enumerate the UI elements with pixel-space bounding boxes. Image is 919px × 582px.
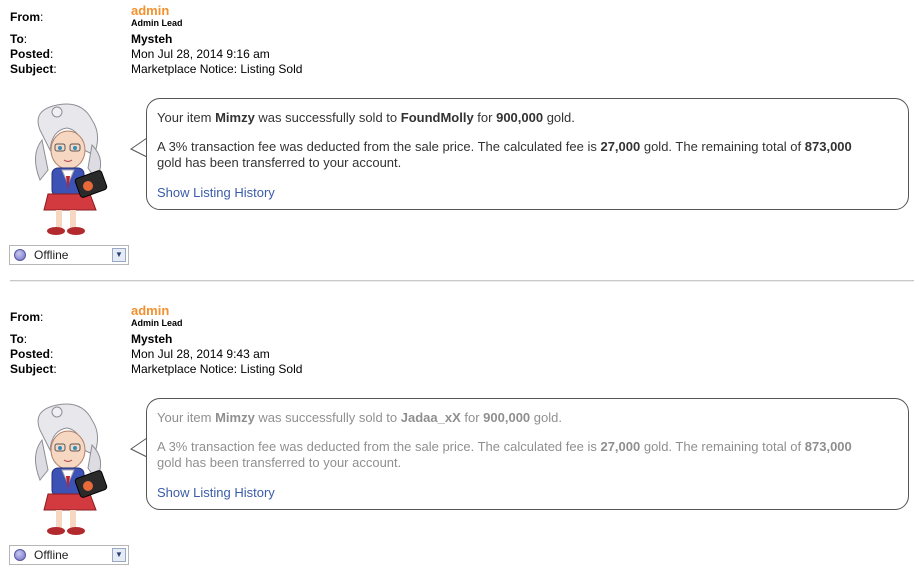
subject-text: Marketplace Notice: Listing Sold [131, 362, 303, 376]
sale-line: Your item Mimzy was successfully sold to… [157, 410, 562, 425]
from-label: From: [10, 10, 44, 24]
to-label: To: [10, 332, 28, 346]
fee-paragraph: A 3% transaction fee was deducted from t… [157, 139, 852, 170]
sender-name[interactable]: admin [131, 4, 183, 17]
recipient-name: Mysteh [131, 332, 173, 346]
sale-line: Your item Mimzy was successfully sold to… [157, 110, 575, 125]
offline-status-icon [14, 549, 26, 561]
buyer-name: Jadaa_xX [400, 410, 461, 425]
posted-date: Mon Jul 28, 2014 9:16 am [131, 47, 270, 61]
message-divider [10, 280, 914, 282]
offline-status-icon [14, 249, 26, 261]
avatar[interactable] [22, 100, 132, 240]
item-name: Mimzy [215, 410, 255, 425]
remaining-amount: 873,000 [804, 139, 852, 154]
fee-paragraph: A 3% transaction fee was deducted from t… [157, 439, 852, 470]
show-listing-history-link[interactable]: Show Listing History [157, 185, 878, 201]
fee-amount: 27,000 [600, 139, 641, 154]
buyer-name: FoundMolly [400, 110, 474, 125]
dropdown-arrow-icon[interactable]: ▼ [112, 548, 126, 562]
sender-title: Admin Lead [131, 318, 183, 328]
sender-title: Admin Lead [131, 18, 183, 28]
fee-amount: 27,000 [600, 439, 641, 454]
avatar[interactable] [22, 400, 132, 540]
online-status-dropdown[interactable]: Offline ▼ [9, 245, 129, 265]
status-text: Offline [34, 548, 69, 562]
recipient-name: Mysteh [131, 32, 173, 46]
posted-label: Posted: [10, 347, 54, 361]
subject-text: Marketplace Notice: Listing Sold [131, 62, 303, 76]
from-label: From: [10, 310, 44, 324]
message-body: Your item Mimzy was successfully sold to… [146, 98, 909, 210]
message-2: From: admin Admin Lead To: Mysteh Posted… [0, 300, 919, 582]
sale-price: 900,000 [496, 110, 544, 125]
dropdown-arrow-icon[interactable]: ▼ [112, 248, 126, 262]
message-body: Your item Mimzy was successfully sold to… [146, 398, 909, 510]
sale-price: 900,000 [483, 410, 531, 425]
show-listing-history-link[interactable]: Show Listing History [157, 485, 878, 501]
online-status-dropdown[interactable]: Offline ▼ [9, 545, 129, 565]
posted-label: Posted: [10, 47, 54, 61]
item-name: Mimzy [215, 110, 255, 125]
remaining-amount: 873,000 [804, 439, 852, 454]
to-label: To: [10, 32, 28, 46]
posted-date: Mon Jul 28, 2014 9:43 am [131, 347, 270, 361]
sender-name[interactable]: admin [131, 304, 183, 317]
subject-label: Subject: [10, 362, 57, 376]
message-1: From: admin Admin Lead To: Mysteh Posted… [0, 0, 919, 282]
subject-label: Subject: [10, 62, 57, 76]
status-text: Offline [34, 248, 69, 262]
